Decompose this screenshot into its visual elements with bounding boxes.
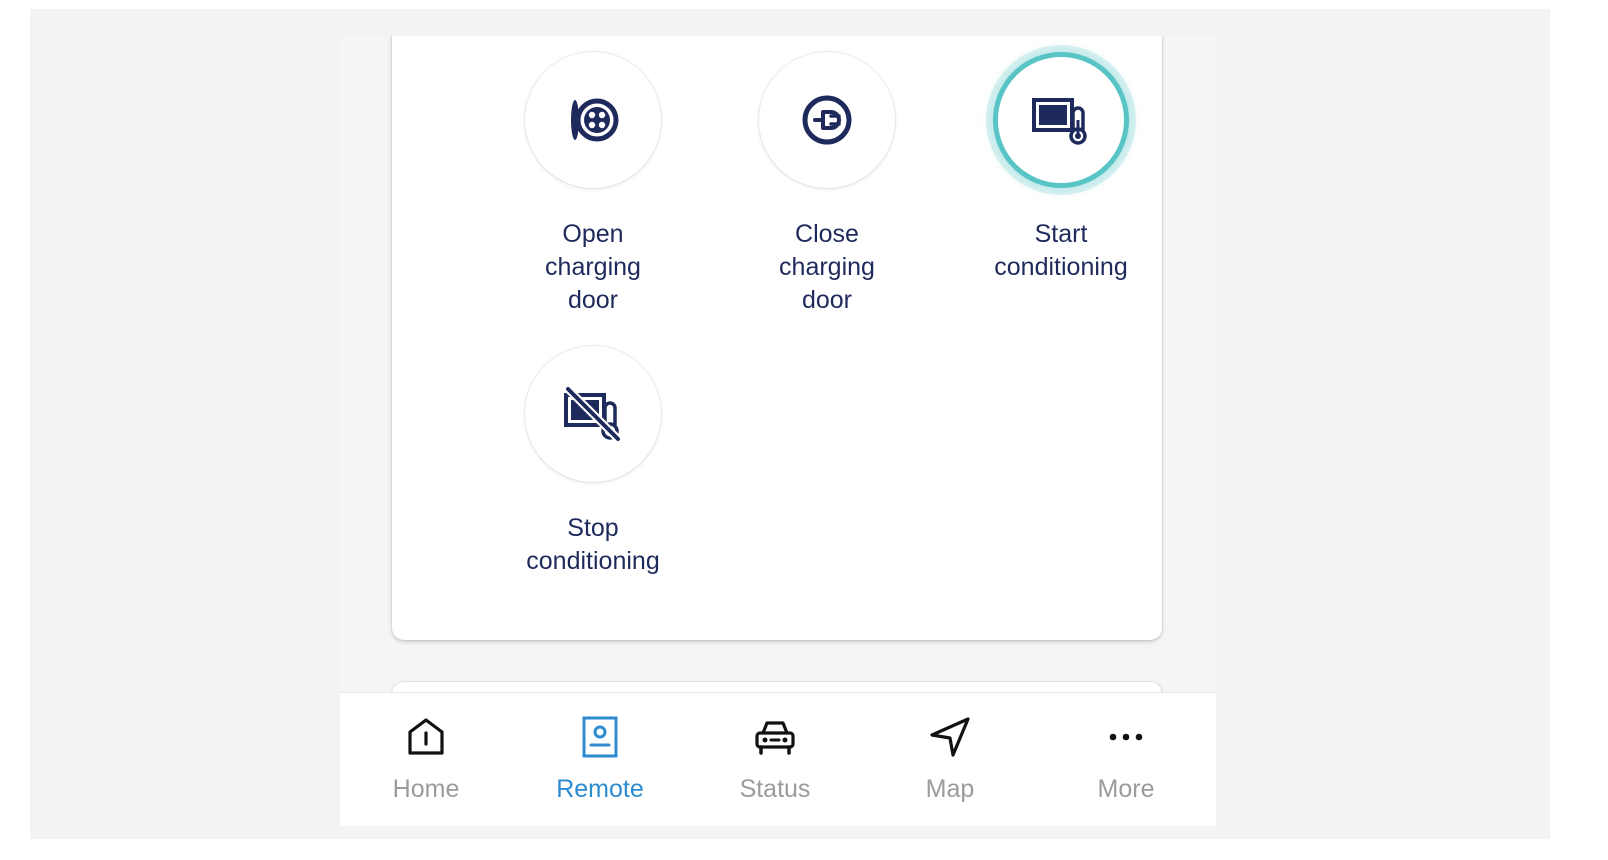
action-start-conditioning[interactable]: Start conditioning [961, 52, 1161, 284]
stop-conditioning-icon [564, 386, 621, 442]
stop-conditioning-label: Stop conditioning [493, 512, 693, 578]
nav-item-remote[interactable]: Remote [512, 693, 688, 826]
open-charging-door-button[interactable] [525, 52, 661, 188]
nav-label-more: More [1097, 775, 1155, 803]
label-line: Stop [567, 514, 619, 542]
nav-item-home[interactable]: Home [340, 693, 514, 826]
close-charging-door-button[interactable] [759, 52, 895, 188]
label-line: Start [1034, 220, 1088, 248]
label-line: Open [562, 220, 624, 248]
navigation-arrow-icon [930, 717, 970, 757]
nav-label-map: Map [925, 775, 975, 803]
close-charging-door-label: Close charging door [727, 218, 927, 317]
label-line: door [801, 286, 853, 314]
open-charging-door-label: Open charging door [493, 218, 693, 317]
remote-actions-card: Open charging door Close charging door S… [392, 36, 1162, 640]
stop-conditioning-button[interactable] [525, 346, 661, 482]
action-stop-conditioning[interactable]: Stop conditioning [493, 346, 693, 578]
label-line: charging [779, 253, 875, 281]
nav-label-remote: Remote [556, 775, 644, 803]
nav-label-status: Status [739, 775, 811, 803]
bottom-navigation: Home Remote Status Map More [340, 692, 1216, 826]
action-close-charging-door[interactable]: Close charging door [727, 52, 927, 317]
open-charging-door-icon [571, 98, 619, 142]
remote-icon [582, 716, 618, 758]
more-dots-icon [1109, 733, 1143, 741]
car-icon [755, 721, 795, 755]
label-line: conditioning [994, 253, 1128, 281]
start-conditioning-label: Start conditioning [961, 218, 1161, 284]
app-screen: Open charging door Close charging door S… [340, 36, 1216, 826]
home-icon [408, 718, 444, 755]
label-line: conditioning [526, 547, 660, 575]
start-conditioning-button[interactable] [993, 52, 1129, 188]
label-line: Close [795, 220, 859, 248]
nav-item-map[interactable]: Map [862, 693, 1038, 826]
close-charging-door-icon [802, 95, 852, 145]
start-conditioning-icon [1032, 98, 1087, 145]
label-line: charging [545, 253, 641, 281]
nav-label-home: Home [392, 775, 460, 803]
nav-item-more[interactable]: More [1038, 693, 1214, 826]
action-open-charging-door[interactable]: Open charging door [493, 52, 693, 317]
nav-item-status[interactable]: Status [687, 693, 863, 826]
label-line: door [567, 286, 619, 314]
